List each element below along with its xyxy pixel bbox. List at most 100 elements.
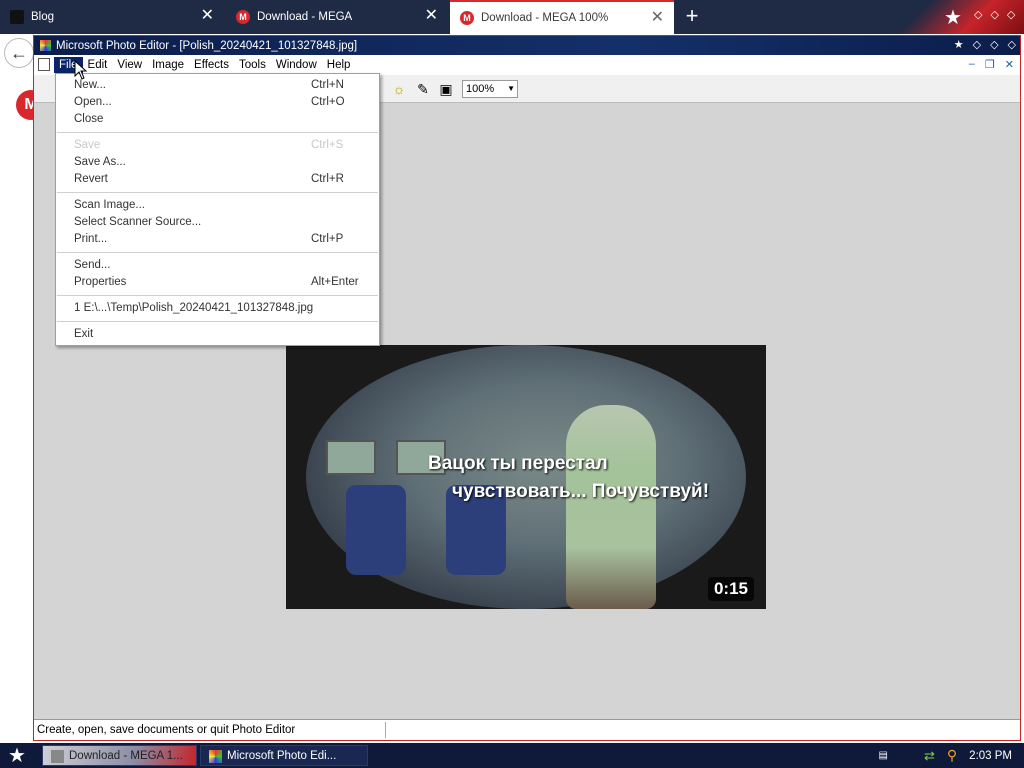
maximize-icon[interactable]: ◇ [990, 38, 998, 51]
menu-item-label: Revert [74, 173, 108, 185]
chevron-down-icon: ▼ [507, 84, 515, 93]
caption-line-1: Вацок ты перестал [428, 453, 608, 474]
menu-separator [57, 132, 378, 133]
window-controls-icon[interactable]: ◇◇◇ [974, 8, 1023, 21]
caption-line-2: чувствовать... Почувствуй! [452, 481, 710, 502]
menu-item-label: Send... [74, 259, 111, 271]
tab-download-mega-active[interactable]: M Download - MEGA 100% ✕ [450, 0, 674, 34]
menu-help[interactable]: Help [322, 57, 356, 73]
taskbar-item-photo-editor[interactable]: Microsoft Photo Edi... [200, 745, 368, 766]
star-icon: ★ [944, 7, 962, 29]
status-separator [385, 722, 386, 738]
task-label: Microsoft Photo Edi... [227, 749, 337, 762]
title-controls: ★ ◇ ◇ ◇ [954, 38, 1016, 51]
photo-editor-icon [209, 750, 222, 763]
menu-effects[interactable]: Effects [189, 57, 234, 73]
file-menu-item[interactable]: Exit [56, 326, 379, 343]
menu-item-shortcut: Ctrl+P [311, 233, 344, 245]
network-icon[interactable]: ⇄ [924, 748, 935, 764]
blog-icon [10, 10, 24, 24]
file-menu-item[interactable]: Send... [56, 257, 379, 274]
plus-icon[interactable]: + [680, 4, 704, 28]
sun-icon[interactable]: ☼ [390, 80, 408, 98]
document-icon[interactable] [38, 58, 50, 71]
menu-item-label: Open... [74, 96, 112, 108]
zoom-select[interactable]: 100% ▼ [462, 80, 518, 98]
file-menu-item[interactable]: Properties Alt+Enter [56, 274, 379, 291]
browser-tab-bar: Blog ✕ M Download - MEGA ✕ M Download - … [0, 0, 1024, 34]
file-menu-item: Save Ctrl+S [56, 137, 379, 154]
taskbar: ★ Download - MEGA 1... Microsoft Photo E… [0, 743, 1024, 768]
file-menu-item[interactable]: Close [56, 111, 379, 128]
menu-item-label: Save [74, 139, 101, 151]
menu-item-label: Select Scanner Source... [74, 216, 202, 228]
menu-item-label: 1 E:\...\Temp\Polish_20240421_101327848.… [74, 302, 314, 314]
document-window-controls: – ❐ ✕ [969, 58, 1014, 71]
tab-download-mega[interactable]: M Download - MEGA ✕ [226, 0, 448, 34]
menu-item-shortcut: Ctrl+O [311, 96, 345, 108]
minimize-icon[interactable]: – [969, 58, 975, 71]
mega-icon: M [460, 11, 474, 25]
file-menu-dropdown: New... Ctrl+N Open... Ctrl+O Close Save Ctrl+S… [55, 73, 380, 346]
system-tray: ▤ ⇄ ⚲ 2:03 PM [879, 743, 1024, 768]
tab-label: Blog [31, 11, 55, 23]
file-menu-item[interactable]: Revert Ctrl+R [56, 171, 379, 188]
file-menu-item[interactable]: Scan Image... [56, 197, 379, 214]
star-icon: ★ [953, 39, 964, 51]
menu-item-label: Save As... [74, 156, 126, 168]
search-icon[interactable]: ⚲ [947, 747, 957, 764]
status-bar: Create, open, save documents or quit Pho… [34, 719, 1020, 740]
menu-item-label: Close [74, 113, 104, 125]
menu-item-label: Scan Image... [74, 199, 145, 211]
pen-icon[interactable]: ✎ [414, 80, 432, 98]
editor-title-bar[interactable]: Microsoft Photo Editor - [Polish_2024042… [34, 36, 1020, 55]
crop-icon[interactable]: ▣ [437, 80, 455, 98]
tab-blog[interactable]: Blog ✕ [0, 0, 224, 34]
file-menu-item[interactable]: Save As... [56, 154, 379, 171]
menu-item-shortcut: Ctrl+S [311, 139, 344, 151]
close-icon[interactable]: ✕ [1005, 58, 1014, 71]
photo-editor-icon [40, 40, 51, 51]
menu-separator [57, 192, 378, 193]
start-star-icon[interactable]: ★ [6, 745, 28, 767]
close-icon[interactable]: ✕ [425, 8, 438, 24]
menu-separator [57, 295, 378, 296]
close-icon[interactable]: ◇ [1008, 38, 1016, 51]
tab-label: Download - MEGA 100% [481, 12, 609, 24]
person-figure [566, 405, 656, 609]
close-icon[interactable]: ✕ [651, 10, 664, 26]
tab-label: Download - MEGA [257, 11, 353, 23]
restore-icon[interactable]: ❐ [985, 58, 995, 71]
menu-item-label: Print... [74, 233, 108, 245]
taskbar-item-mega[interactable]: Download - MEGA 1... [42, 745, 197, 766]
menu-item-label: New... [74, 79, 106, 91]
menu-view[interactable]: View [112, 57, 147, 73]
theme-decoration: ★ ◇◇◇ [900, 0, 1024, 34]
menu-item-label: Exit [74, 328, 94, 340]
menu-image[interactable]: Image [147, 57, 189, 73]
status-text: Create, open, save documents or quit Pho… [37, 724, 296, 736]
file-menu-item[interactable]: Open... Ctrl+O [56, 94, 379, 111]
file-menu-item[interactable]: Print... Ctrl+P [56, 231, 379, 248]
clock: 2:03 PM [969, 749, 1012, 762]
file-menu-item[interactable]: Select Scanner Source... [56, 214, 379, 231]
minimize-icon[interactable]: ◇ [973, 38, 981, 51]
photo-image[interactable]: Вацок ты перестал чувствовать... Почувст… [286, 345, 766, 609]
duration-badge: 0:15 [707, 577, 754, 601]
menu-item-shortcut: Ctrl+R [311, 173, 344, 185]
file-menu-item[interactable]: New... Ctrl+N [56, 77, 379, 94]
browser-icon [51, 750, 64, 763]
keyboard-icon[interactable]: ▤ [879, 750, 888, 761]
file-menu-item[interactable]: 1 E:\...\Temp\Polish_20240421_101327848.… [56, 300, 379, 317]
menu-item-shortcut: Ctrl+N [311, 79, 344, 91]
menu-separator [57, 252, 378, 253]
task-label: Download - MEGA 1... [69, 749, 183, 762]
menu-item-label: Properties [74, 276, 127, 288]
mega-icon: M [236, 10, 250, 24]
menu-tools[interactable]: Tools [234, 57, 271, 73]
cursor-icon [74, 60, 88, 80]
arrow-left-icon[interactable]: ← [4, 38, 34, 68]
menu-separator [57, 321, 378, 322]
menu-window[interactable]: Window [271, 57, 322, 73]
close-icon[interactable]: ✕ [201, 8, 214, 24]
